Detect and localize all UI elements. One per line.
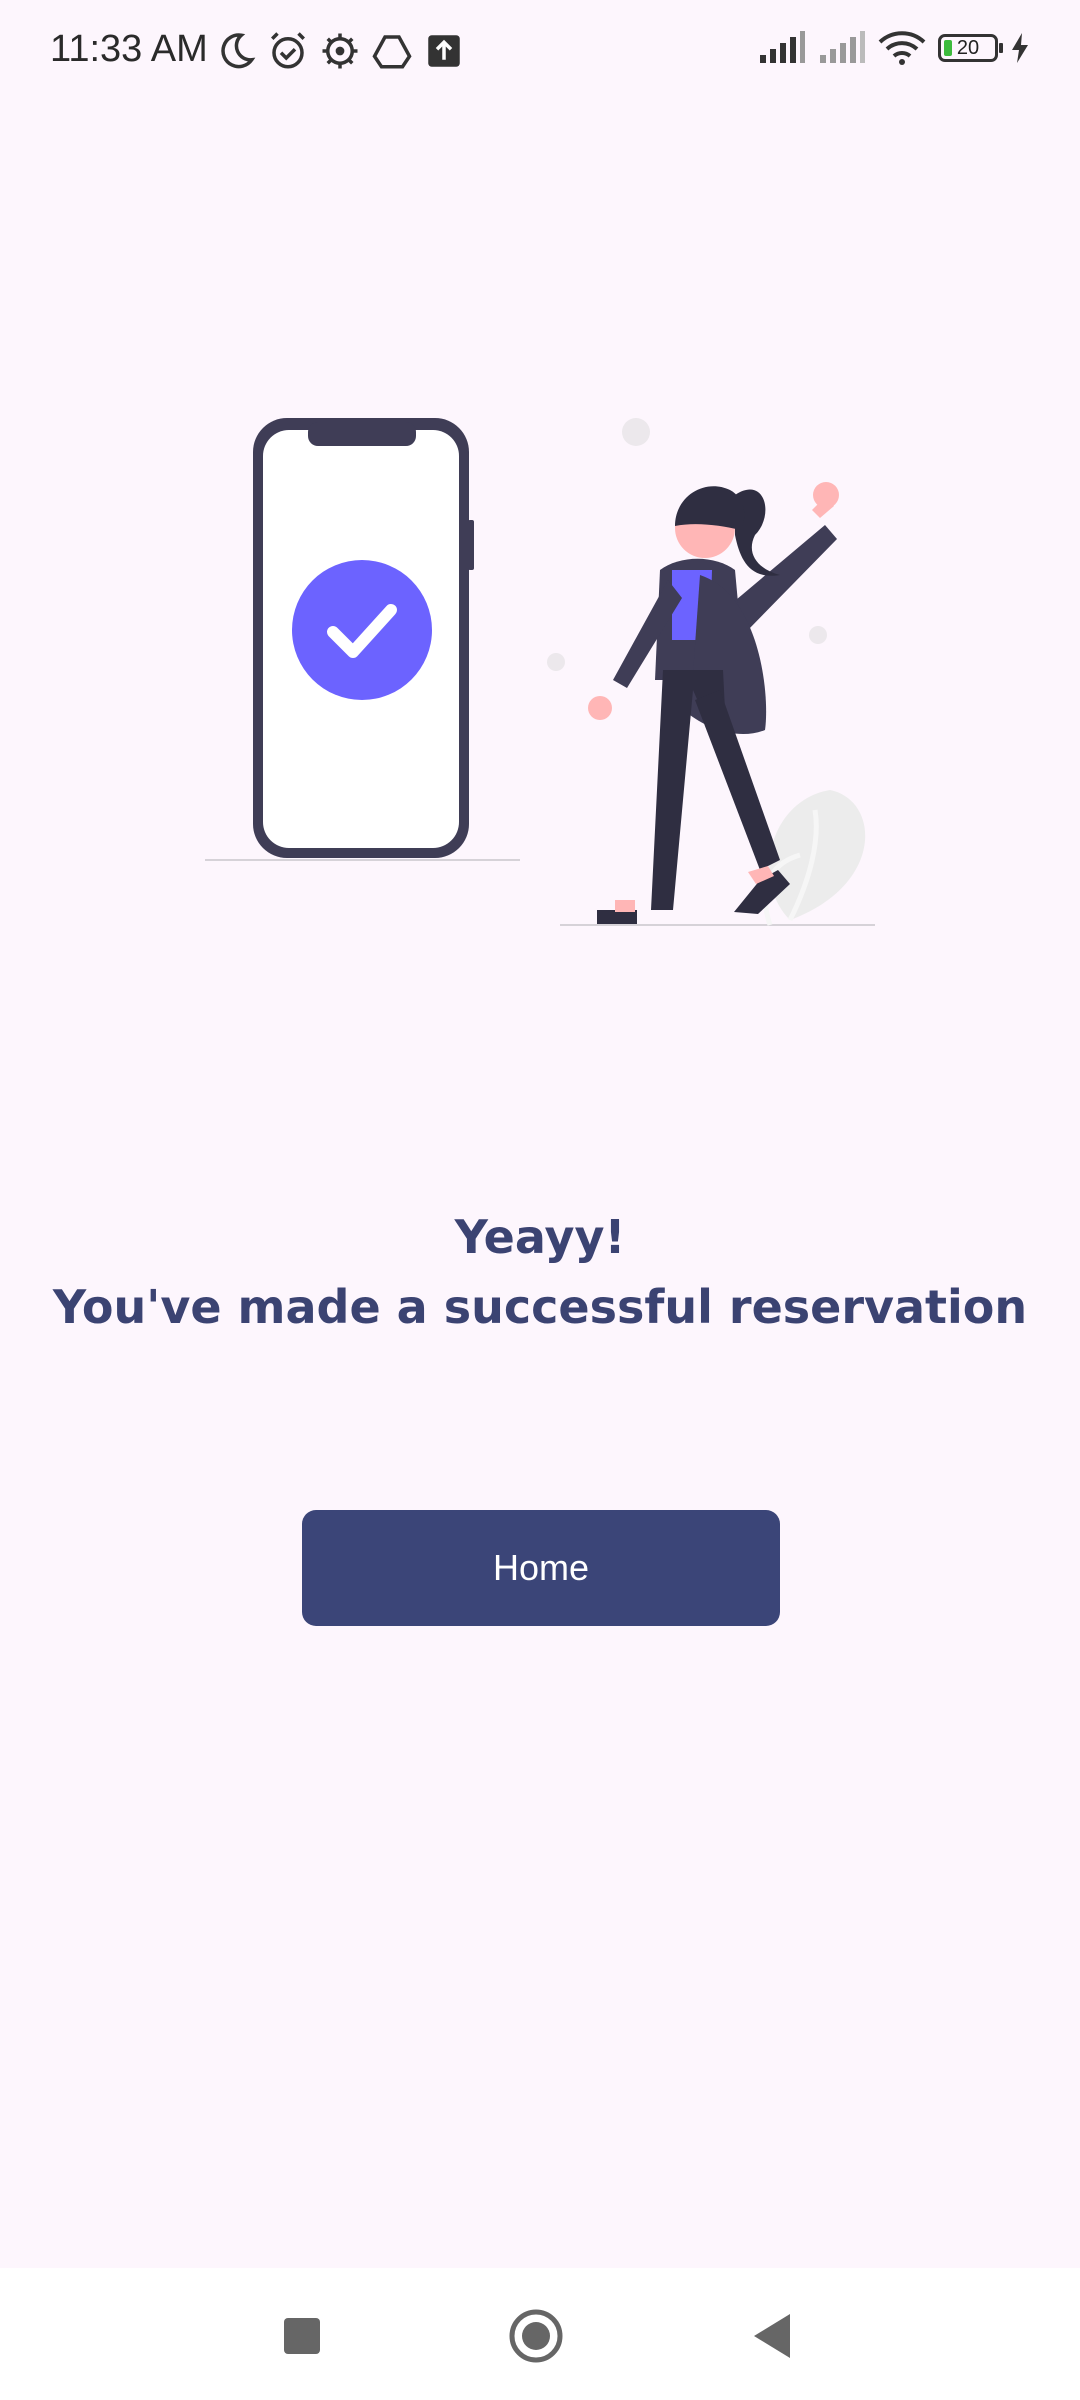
signal-icon (760, 31, 805, 63)
reservation-success-illustration (205, 418, 875, 926)
home-nav-button[interactable] (508, 2308, 564, 2364)
recent-apps-icon (284, 2318, 320, 2354)
home-nav-icon (509, 2309, 563, 2363)
back-icon (754, 2314, 790, 2358)
recent-apps-button[interactable] (274, 2308, 330, 2364)
settings-icon (322, 33, 358, 69)
charging-icon (1012, 33, 1028, 63)
status-bar: 11:33 AM 20 (0, 0, 1080, 110)
status-time: 11:33 AM (50, 28, 208, 70)
home-button[interactable]: Home (302, 1510, 780, 1626)
battery-level: 20 (956, 36, 980, 59)
drive-icon (372, 35, 412, 69)
signal-icon (820, 31, 865, 63)
alarm-icon (271, 32, 305, 69)
plant-illustration (762, 790, 866, 926)
success-message: You've made a successful reservation (52, 1280, 1028, 1334)
upload-icon (428, 35, 460, 67)
moon-icon (221, 33, 256, 69)
wifi-icon (878, 31, 926, 65)
check-circle-icon (292, 560, 432, 700)
success-title: Yeayy! (454, 1210, 626, 1264)
back-button[interactable] (744, 2308, 800, 2364)
system-nav-bar (0, 2268, 1080, 2400)
battery-icon: 20 (938, 34, 1003, 62)
